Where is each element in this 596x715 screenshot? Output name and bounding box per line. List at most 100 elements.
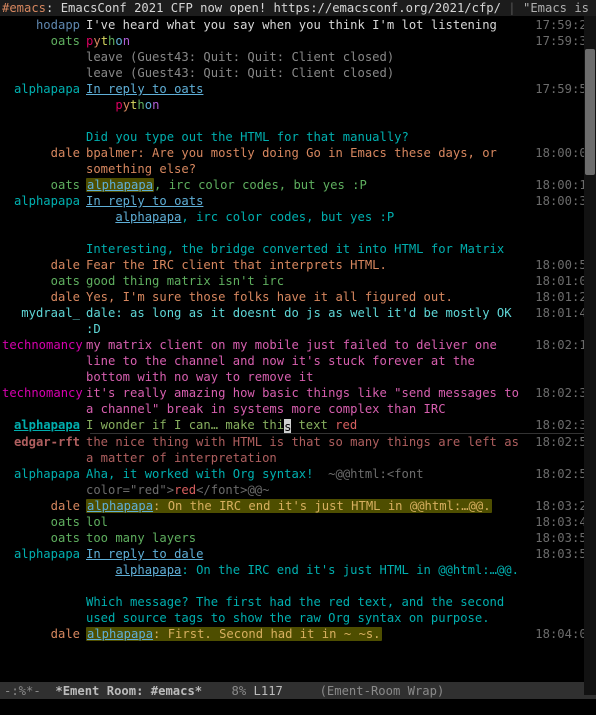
message-body: python	[86, 33, 526, 49]
nick-column: oats	[2, 273, 86, 289]
modeline-mode: (Ement-Room Wrap)	[320, 683, 445, 699]
chat-row: alphapapaIn reply to oats17:59:58	[2, 81, 594, 97]
chat-row: alphapapa, irc color codes, but yes :P	[2, 209, 594, 225]
chat-row: alphapapaAha, it worked with Org syntax!…	[2, 466, 594, 498]
message-body: the nice thing with HTML is that so many…	[86, 434, 526, 466]
nick-column: alphapapa	[2, 81, 86, 97]
message-body: leave (Guest43: Quit: Quit: Client close…	[86, 65, 526, 81]
chat-row: technomancymy matrix client on my mobile…	[2, 337, 594, 385]
scrollbar-track[interactable]	[584, 16, 596, 695]
message-body: my matrix client on my mobile just faile…	[86, 337, 526, 385]
rainbow-letter: o	[145, 98, 152, 112]
message-body: Which message? The first had the red tex…	[86, 594, 526, 626]
header-line: #emacs: EmacsConf 2021 CFP now open! htt…	[0, 0, 596, 16]
mention-highlight[interactable]: alphapapa	[86, 178, 154, 192]
chat-row: Which message? The first had the red tex…	[2, 594, 594, 626]
message-body: alphapapa, irc color codes, but yes :P	[86, 177, 526, 193]
modeline-percent: 8%	[232, 683, 247, 699]
mention-link[interactable]: alphapapa	[115, 563, 181, 577]
reply-label[interactable]: In reply to	[86, 547, 174, 561]
chat-row: edgar-rftthe nice thing with HTML is tha…	[2, 434, 594, 466]
nick-column: dale	[2, 498, 86, 514]
message-body: bpalmer: Are you mostly doing Go in Emac…	[86, 145, 526, 177]
message-text: , irc color codes, but yes :P	[154, 178, 367, 192]
mention-link[interactable]: alphapapa	[115, 210, 181, 224]
reply-label[interactable]: In reply to	[86, 82, 174, 96]
chat-buffer[interactable]: hodappI've heard what you say when you t…	[0, 16, 596, 682]
header-topic: EmacsConf 2021 CFP now open! https://ema…	[61, 1, 501, 15]
nick-column: hodapp	[2, 17, 86, 33]
chat-row: dalealphapapa: First. Second had it in ~…	[2, 626, 594, 642]
nick-column: alphapapa	[2, 466, 86, 482]
rainbow-letter: n	[152, 98, 159, 112]
chat-row: leave (Guest43: Quit: Quit: Client close…	[2, 65, 594, 81]
reply-target-link[interactable]: dale	[174, 547, 203, 561]
highlighted-message: alphapapa: First. Second had it in ~ ~s.	[86, 627, 382, 641]
self-message-text: I wonder if I can… make thi	[86, 418, 284, 432]
chat-row: dalebpalmer: Are you mostly doing Go in …	[2, 145, 594, 177]
nick-column: technomancy	[2, 385, 86, 401]
chat-row: hodappI've heard what you say when you t…	[2, 17, 594, 33]
rainbow-letter: n	[123, 34, 130, 48]
nick-column: oats	[2, 514, 86, 530]
chat-row: dalealphapapa: On the IRC end it's just …	[2, 498, 594, 514]
chat-row: oatspython17:59:31	[2, 33, 594, 49]
highlighted-message: alphapapa: On the IRC end it's just HTML…	[86, 499, 492, 513]
chat-row: mydraal_dale: as long as it doesnt do js…	[2, 305, 594, 337]
scrollbar-thumb[interactable]	[585, 49, 595, 175]
colored-word-red: red	[335, 418, 357, 432]
rainbow-letter: o	[115, 34, 122, 48]
mention-highlight[interactable]: alphapapa	[87, 627, 153, 641]
chat-row: technomancyit's really amazing how basic…	[2, 385, 594, 417]
message-body: In reply to oats	[86, 81, 526, 97]
message-body: In reply to dale	[86, 546, 526, 562]
chat-row: oatsgood thing matrix isn't irc18:01:05	[2, 273, 594, 289]
nick-column: mydraal_	[2, 305, 86, 321]
message-body: In reply to oats	[86, 193, 526, 209]
mention-highlight[interactable]: alphapapa	[87, 499, 153, 513]
message-body: alphapapa, irc color codes, but yes :P	[86, 209, 526, 225]
chat-row: alphapapaIn reply to oats18:00:35	[2, 193, 594, 209]
message-body: alphapapa: First. Second had it in ~ ~s.	[86, 626, 526, 642]
rainbow-letter: h	[137, 98, 144, 112]
nick-column: dale	[2, 289, 86, 305]
rainbow-letter: y	[93, 34, 100, 48]
message-text: , irc color codes, but yes :P	[181, 210, 394, 224]
reply-target-link[interactable]: oats	[174, 194, 203, 208]
chat-row: alphapapa: On the IRC end it's just HTML…	[2, 562, 594, 578]
chat-row: alphapapaIn reply to dale18:03:59	[2, 546, 594, 562]
blank-line	[2, 113, 594, 129]
header-channel: #emacs	[2, 1, 46, 15]
blank-line	[2, 225, 594, 241]
chat-row: daleYes, I'm sure those folks have it al…	[2, 289, 594, 305]
nick-column: oats	[2, 33, 86, 49]
minibuffer[interactable]	[0, 699, 596, 715]
chat-row: oatstoo many layers18:03:52	[2, 530, 594, 546]
reply-label[interactable]: In reply to	[86, 194, 174, 208]
nick-column: edgar-rft	[2, 434, 86, 450]
message-body: python	[86, 97, 526, 113]
modeline-status: -:%*-	[4, 683, 41, 699]
reply-target-link[interactable]: oats	[174, 82, 203, 96]
nick-column: alphapapa	[2, 546, 86, 562]
chat-row: alphapapaI wonder if I can… make this te…	[2, 417, 594, 433]
message-body: Interesting, the bridge converted it int…	[86, 241, 526, 257]
modeline-room-name: #emacs*	[151, 683, 202, 699]
nick-column: alphapapa	[2, 193, 86, 209]
emacs-window: #emacs: EmacsConf 2021 CFP now open! htt…	[0, 0, 596, 715]
nick-column: oats	[2, 177, 86, 193]
modeline-room-label: *Ement Room:	[55, 683, 150, 699]
rainbow-letter: p	[115, 98, 122, 112]
chat-row: python	[2, 97, 594, 113]
nick-column: dale	[2, 626, 86, 642]
message-body: alphapapa: On the IRC end it's just HTML…	[86, 498, 526, 514]
chat-row: daleFear the IRC client that interprets …	[2, 257, 594, 273]
message-body: good thing matrix isn't irc	[86, 273, 526, 289]
chat-row: oatsalphapapa, irc color codes, but yes …	[2, 177, 594, 193]
message-body: Did you type out the HTML for that manua…	[86, 129, 526, 145]
header-topic-extra: "Emacs is a co	[523, 1, 596, 15]
message-body: dale: as long as it doesnt do js as well…	[86, 305, 526, 337]
chat-row: Interesting, the bridge converted it int…	[2, 241, 594, 257]
message-text: : On the IRC end it's just HTML in @@htm…	[181, 563, 519, 577]
message-body: Fear the IRC client that interprets HTML…	[86, 257, 526, 273]
